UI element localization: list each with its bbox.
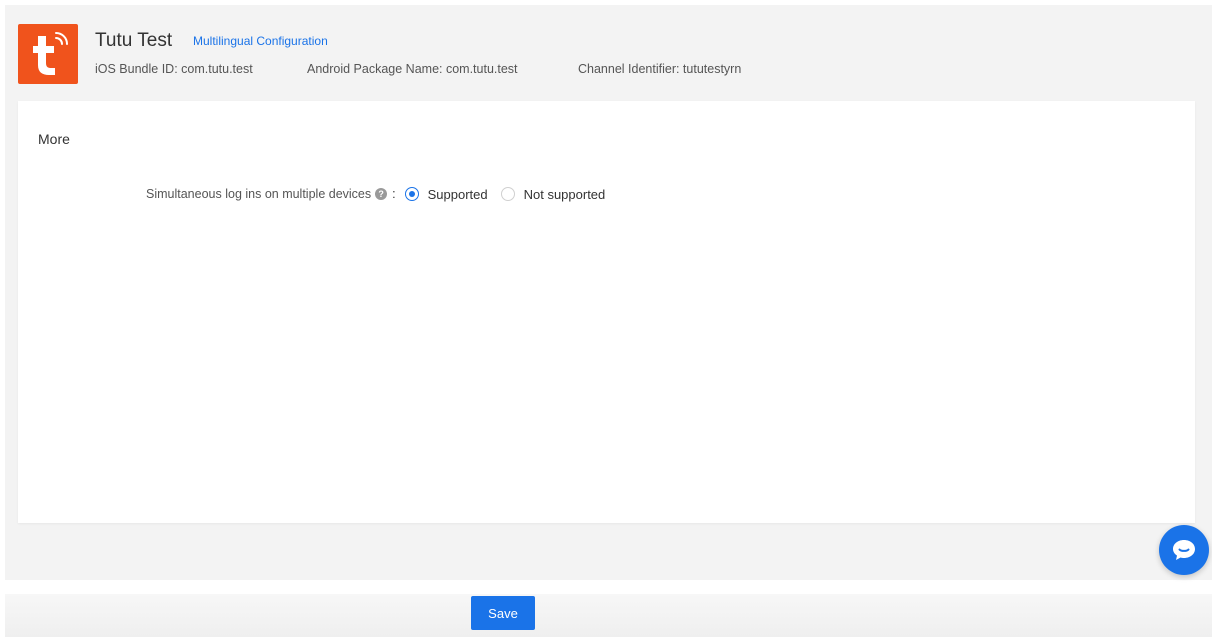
radio-supported-circle[interactable] [404, 187, 419, 201]
settings-card: More Simultaneous log ins on multiple de… [18, 101, 1195, 523]
setting-colon: : [392, 187, 396, 201]
radio-not-supported[interactable]: Not supported [500, 187, 606, 202]
app-name: Tutu Test [95, 30, 173, 51]
ios-bundle-id: iOS Bundle ID: com.tutu.test [95, 62, 253, 76]
app-workspace: Tutu Test Multilingual Configuration iOS… [5, 5, 1212, 580]
chat-bubble-icon [1173, 540, 1195, 560]
save-button[interactable]: Save [471, 596, 535, 630]
radio-supported[interactable]: Supported [404, 187, 488, 202]
setting-label: Simultaneous log ins on multiple devices [146, 187, 372, 201]
tuya-t-logo-icon [33, 32, 68, 75]
radio-supported-label[interactable]: Supported [428, 187, 488, 202]
chat-button[interactable] [1159, 525, 1209, 575]
app-logo [18, 24, 78, 84]
multi-device-login-setting: Simultaneous log ins on multiple devices… [146, 184, 618, 204]
question-circle-icon[interactable]: ? [375, 188, 388, 200]
multilingual-configuration-link[interactable]: Multilingual Configuration [193, 34, 328, 48]
radio-not-supported-circle[interactable] [500, 187, 515, 201]
channel-identifier: Channel Identifier: tututestyrn [578, 62, 742, 76]
footer-bar: Save [5, 594, 1212, 637]
radio-not-supported-label[interactable]: Not supported [524, 187, 606, 202]
android-package-name: Android Package Name: com.tutu.test [307, 62, 518, 76]
section-title: More [38, 131, 70, 147]
